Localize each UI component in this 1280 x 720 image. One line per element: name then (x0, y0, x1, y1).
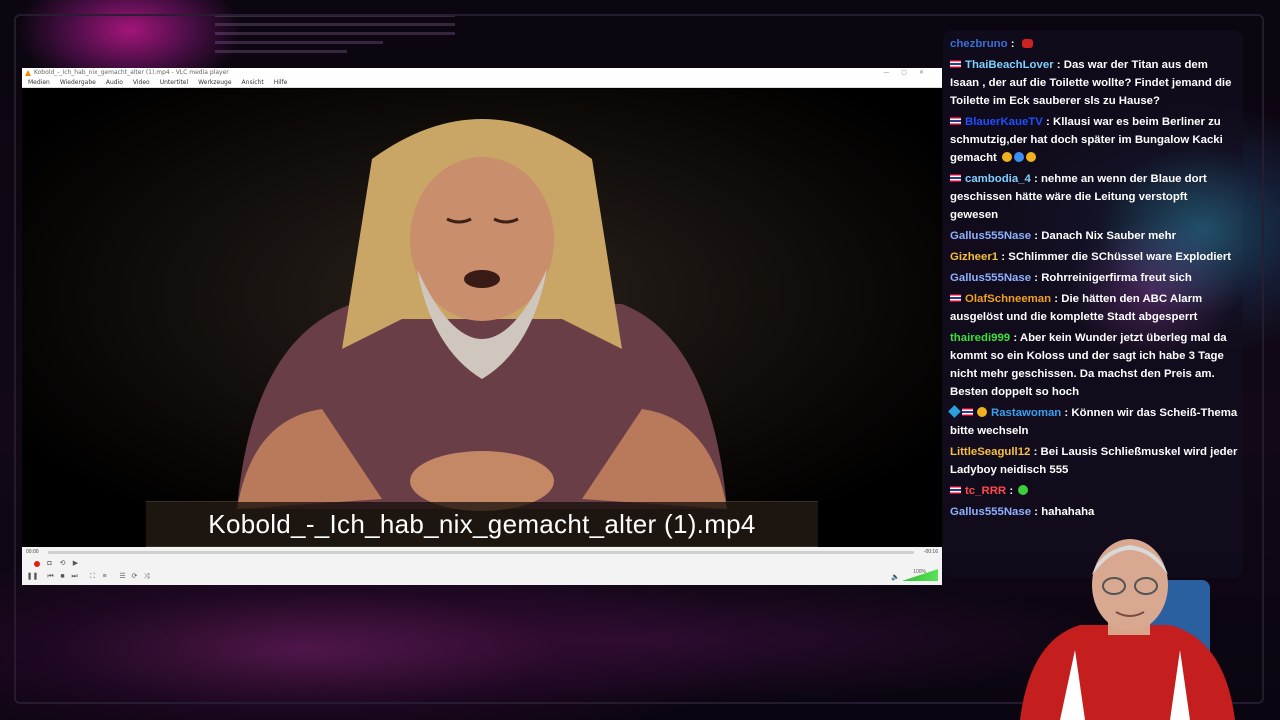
chat-message: OlafSchneeman : Die hätten den ABC Alarm… (950, 293, 1203, 323)
chat-username: ThaiBeachLover (965, 59, 1054, 71)
seek-bar[interactable] (48, 551, 914, 554)
badge-icon (977, 407, 987, 417)
thai-flag-icon (950, 294, 961, 302)
video-subtitle: Kobold_-_Ich_hab_nix_gemacht_alter (1).m… (208, 509, 756, 539)
loop-icon: ⟲ (59, 560, 66, 567)
chat-username: Gizheer1 (950, 251, 999, 263)
playlist-button[interactable]: ☰ (118, 572, 127, 581)
chat-message: ThaiBeachLover : Das war der Titan aus d… (950, 59, 1232, 107)
chat-message: BlauerKaueTV : Kllausi war es beim Berli… (950, 116, 1223, 164)
record-button[interactable] (32, 559, 41, 568)
chat-username: chezbruno (950, 38, 1008, 50)
chat-overlay: chezbruno : ThaiBeachLover : Das war der… (943, 30, 1243, 578)
menu-hilfe[interactable]: Hilfe (274, 78, 288, 87)
chat-text: Danach Nix Sauber mehr (1041, 230, 1177, 242)
fullscreen-button[interactable]: ⛶ (88, 572, 97, 581)
chat-username: cambodia_4 (965, 173, 1031, 185)
chat-username: BlauerKaueTV (965, 116, 1043, 128)
menu-untertitel[interactable]: Untertitel (160, 78, 188, 87)
thai-flag-icon (950, 60, 961, 68)
menu-audio[interactable]: Audio (106, 78, 123, 87)
playlist-icon: ☰ (119, 573, 126, 580)
loop-ab-button[interactable]: ⟲ (58, 559, 67, 568)
streamer-webcam-image (1020, 539, 1235, 720)
extended-settings-button[interactable]: ≡ (100, 572, 109, 581)
vlc-titlebar: Kobold_-_Ich_hab_nix_gemacht_alter (1).m… (22, 68, 942, 78)
chat-message: thairedi999 : Aber kein Wunder jetzt übe… (950, 332, 1227, 398)
pause-button[interactable]: ❚❚ (26, 572, 39, 581)
chat-username: Gallus555Nase (950, 230, 1032, 242)
chat-messages: chezbruno : ThaiBeachLover : Das war der… (948, 35, 1238, 524)
vlc-window: Kobold_-_Ich_hab_nix_gemacht_alter (1).m… (22, 68, 942, 585)
volume-slider[interactable]: 100% (902, 569, 938, 581)
previous-icon: ⏮ (47, 573, 54, 580)
chat-message: Gallus555Nase : hahahaha (950, 506, 1095, 518)
menu-medien[interactable]: Medien (28, 78, 50, 87)
stop-icon: ■ (60, 573, 65, 580)
video-frame-illustration (22, 89, 942, 547)
time-elapsed: 00:00 (26, 549, 39, 555)
chat-message: LittleSeagull12 : Bei Lausis Schließmusk… (950, 446, 1238, 476)
chat-text: hahahaha (1041, 506, 1095, 518)
thai-flag-icon (962, 408, 973, 416)
chat-message: tc_RRR : (950, 482, 1238, 500)
loop-button[interactable]: ⟳ (130, 572, 139, 581)
emoji-icon (1026, 152, 1037, 162)
shuffle-icon: ⤨ (143, 573, 150, 580)
emoji-icon (1018, 485, 1029, 495)
thai-flag-icon (950, 486, 961, 494)
vlc-controls: 00:00 -00:16 ◘ ⟲ ▶ ❚❚ ⏮ ■ ⏭ ⛶ ≡ ☰ ⟳ ⤨ 🔈 … (22, 547, 942, 585)
thai-flag-icon (950, 174, 961, 182)
video-area[interactable]: Kobold_-_Ich_hab_nix_gemacht_alter (1).m… (22, 89, 942, 547)
chat-message: chezbruno : (950, 35, 1238, 53)
thai-flag-icon (950, 117, 961, 125)
menu-ansicht[interactable]: Ansicht (242, 78, 264, 87)
speaker-icon[interactable]: 🔈 (891, 573, 900, 581)
chat-username: tc_RRR (965, 485, 1007, 497)
chat-message: Gallus555Nase : Rohrreinigerfirma freut … (950, 272, 1192, 284)
stop-button[interactable]: ■ (58, 572, 67, 581)
chat-username: Gallus555Nase (950, 506, 1032, 518)
vlc-cone-icon (25, 70, 31, 76)
heart-icon (1014, 152, 1025, 162)
next-button[interactable]: ⏭ (70, 572, 79, 581)
chat-username: thairedi999 (950, 332, 1011, 344)
frame-step-button[interactable]: ▶ (71, 559, 80, 568)
frame-step-icon: ▶ (72, 560, 79, 567)
chat-username: Rastawoman (991, 407, 1062, 419)
emoji-icon (1002, 152, 1013, 162)
chat-username: OlafSchneeman (965, 293, 1052, 305)
shuffle-button[interactable]: ⤨ (142, 572, 151, 581)
chat-message: cambodia_4 : nehme an wenn der Blaue dor… (950, 173, 1207, 221)
time-remaining: -00:16 (923, 549, 938, 555)
webcam-feed (1010, 520, 1250, 720)
chat-text: SChlimmer die SChüssel ware Explodiert (1008, 251, 1232, 263)
volume-label: 100% (913, 569, 926, 575)
chat-username: Gallus555Nase (950, 272, 1032, 284)
chat-text: Rohrreinigerfirma freut sich (1041, 272, 1192, 284)
camera-icon: ◘ (47, 560, 52, 567)
equalizer-icon: ≡ (102, 573, 107, 580)
snapshot-button[interactable]: ◘ (45, 559, 54, 568)
chat-message: Gallus555Nase : Danach Nix Sauber mehr (950, 230, 1177, 242)
chat-message: Gizheer1 : SChlimmer die SChüssel ware E… (950, 251, 1232, 263)
menu-werkzeuge[interactable]: Werkzeuge (198, 78, 231, 87)
previous-button[interactable]: ⏮ (46, 572, 55, 581)
fullscreen-icon: ⛶ (90, 573, 95, 580)
menu-video[interactable]: Video (133, 78, 150, 87)
repeat-icon: ⟳ (131, 573, 138, 580)
chat-message: Rastawoman : Können wir das Scheiß-Thema… (948, 405, 1238, 437)
emote-icon (1021, 39, 1033, 48)
pause-icon: ❚❚ (26, 573, 39, 580)
vlc-menubar: Medien Wiedergabe Audio Video Untertitel… (22, 78, 942, 88)
window-title: Kobold_-_Ich_hab_nix_gemacht_alter (1).m… (34, 69, 229, 76)
menu-wiedergabe[interactable]: Wiedergabe (60, 78, 96, 87)
window-controls[interactable]: —▢✕ (883, 68, 936, 78)
chat-username: LittleSeagull12 (950, 446, 1031, 458)
record-icon (33, 560, 40, 567)
gem-badge-icon (948, 405, 961, 418)
next-icon: ⏭ (71, 573, 78, 580)
